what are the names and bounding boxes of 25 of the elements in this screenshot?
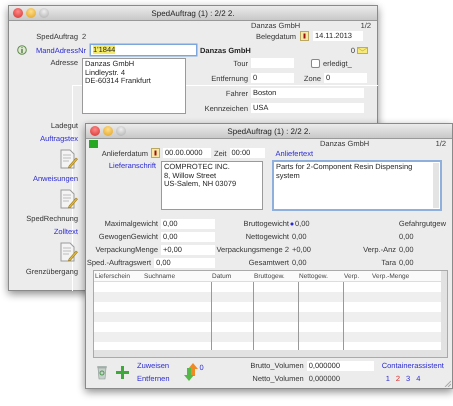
envelope-icon [357, 46, 368, 54]
scroll-bar[interactable] [441, 271, 447, 357]
close-button[interactable] [13, 8, 23, 18]
status-marker [89, 140, 98, 148]
document-icon[interactable] [58, 242, 78, 262]
resize-grip-icon [444, 380, 451, 387]
plus-icon[interactable] [116, 366, 129, 378]
window-title: SpedAuftrag (1) : 2/2 2. [151, 8, 235, 18]
zoom-button[interactable] [116, 126, 126, 136]
scroll-bar[interactable] [433, 163, 439, 208]
checkbox[interactable] [311, 58, 320, 68]
document-icon[interactable] [58, 148, 78, 168]
minimize-button[interactable] [103, 126, 113, 136]
trash-icon[interactable] [96, 364, 108, 380]
info-icon [17, 45, 27, 55]
up-down-arrows-icon[interactable] [184, 363, 198, 381]
table-column [253, 282, 298, 351]
scroll-bar[interactable] [94, 350, 441, 357]
zoom-button[interactable] [39, 8, 49, 18]
close-button[interactable] [90, 126, 100, 136]
window-title: SpedAuftrag (1) : 2/2 2. [227, 126, 311, 136]
calendar-icon[interactable] [151, 148, 160, 158]
calendar-icon[interactable] [300, 31, 309, 41]
minimize-button[interactable] [26, 8, 36, 18]
document-icon[interactable] [58, 188, 78, 208]
